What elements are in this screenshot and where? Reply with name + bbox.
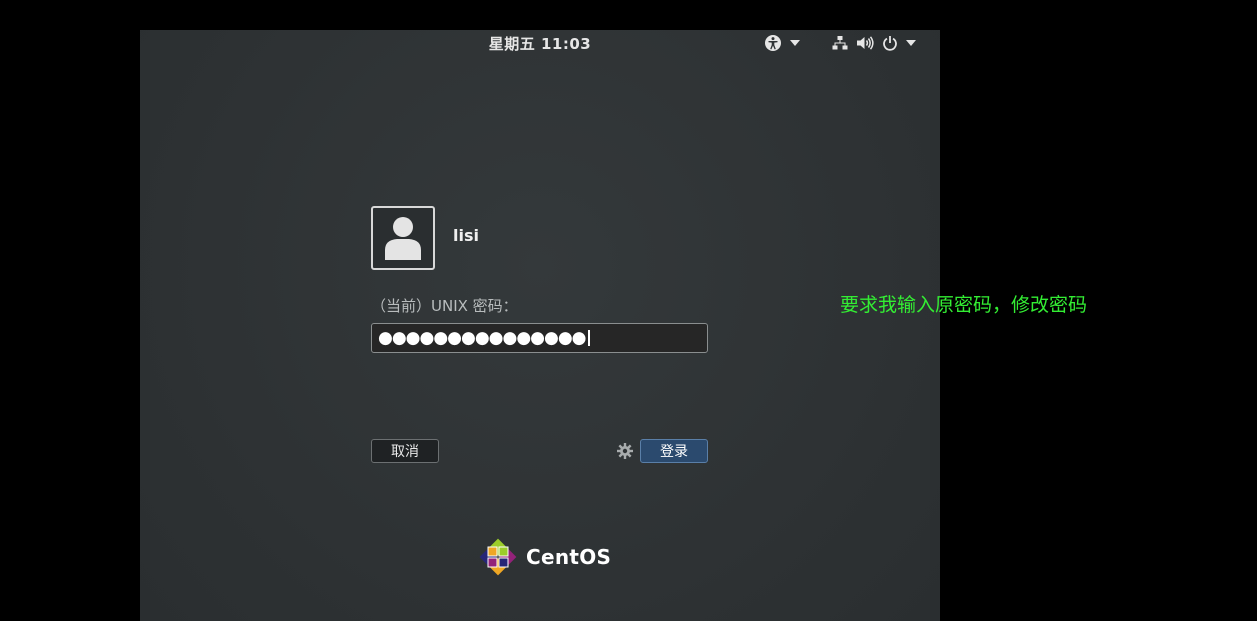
- centos-logo-text: CentOS: [526, 545, 612, 569]
- chevron-down-icon[interactable]: [790, 40, 800, 46]
- volume-icon[interactable]: [856, 35, 874, 51]
- gear-icon[interactable]: [617, 443, 633, 463]
- centos-logo-icon: [479, 538, 517, 576]
- network-icon[interactable]: [832, 35, 848, 51]
- clock[interactable]: 星期五 11:03: [140, 33, 940, 54]
- login-screen: 星期五 11:03 lisi （当前）UNIX 密码： ●●●●●●●●●●●●…: [140, 30, 940, 621]
- centos-logo: CentOS: [476, 535, 611, 579]
- top-bar: 星期五 11:03: [140, 30, 940, 56]
- annotation-note: 要求我输入原密码，修改密码: [840, 294, 1088, 316]
- login-button[interactable]: 登录: [640, 439, 708, 463]
- cancel-button[interactable]: 取消: [371, 439, 439, 463]
- password-input[interactable]: ●●●●●●●●●●●●●●●: [371, 323, 708, 353]
- power-icon[interactable]: [882, 35, 898, 51]
- avatar: [371, 206, 435, 270]
- chevron-down-icon[interactable]: [906, 40, 916, 46]
- system-menu[interactable]: [832, 34, 916, 52]
- accessibility-icon[interactable]: [764, 34, 782, 52]
- accessibility-menu[interactable]: [764, 34, 800, 52]
- password-mask: ●●●●●●●●●●●●●●●: [378, 328, 587, 348]
- password-prompt-label: （当前）UNIX 密码：: [371, 297, 518, 315]
- text-caret: [587, 330, 590, 346]
- username: lisi: [453, 226, 479, 245]
- user-icon: [385, 217, 421, 260]
